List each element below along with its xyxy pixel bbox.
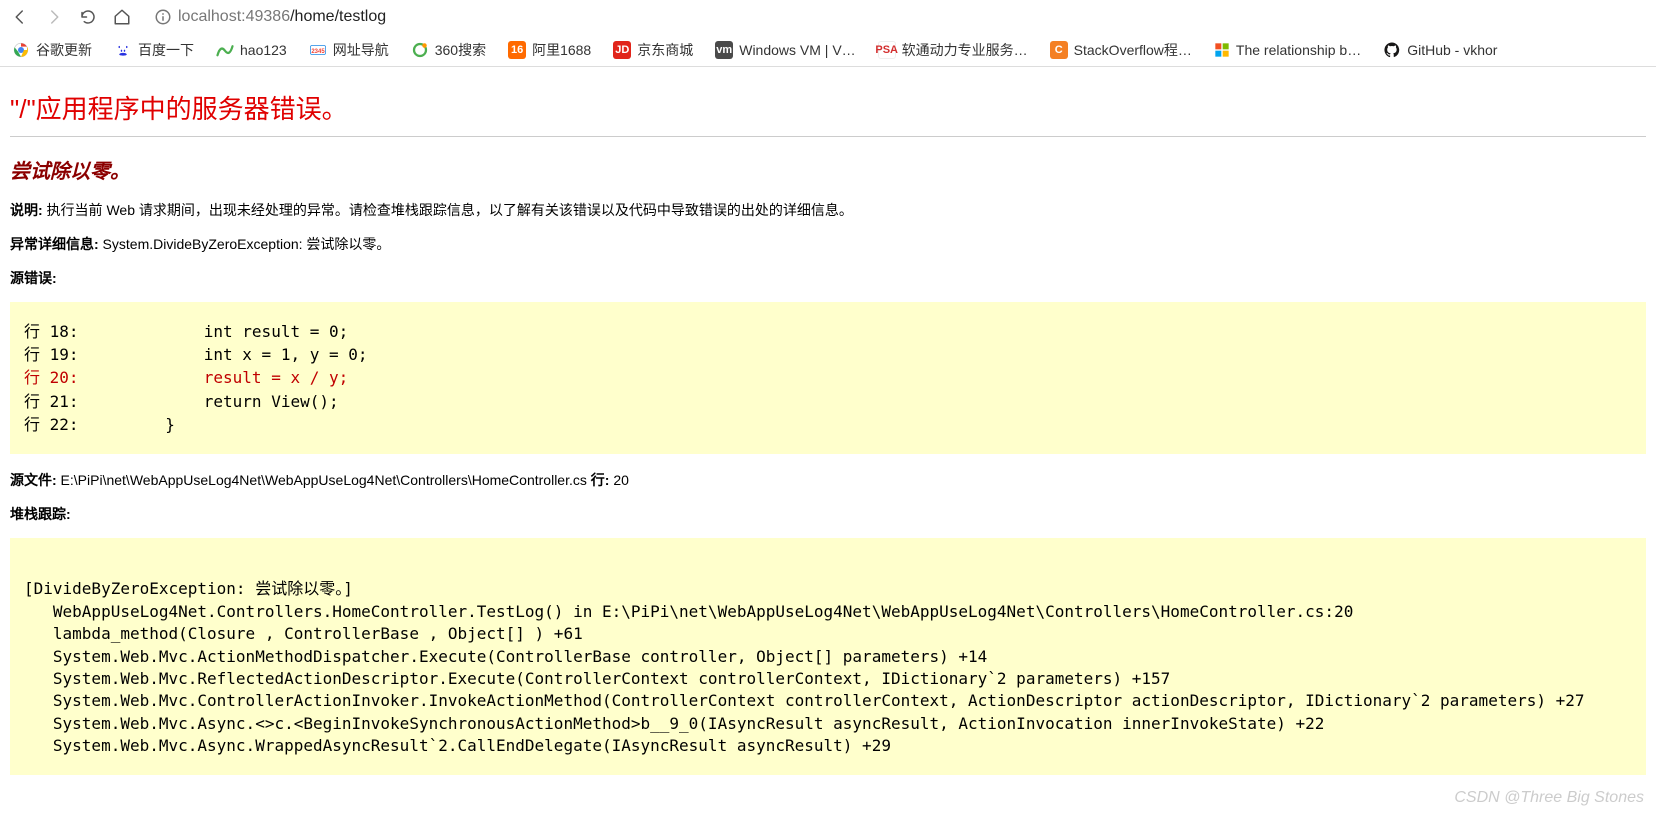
code-line-19: 行 19: int x = 1, y = 0;: [24, 345, 368, 364]
stack-trace-label: 堆栈跟踪:: [10, 504, 1646, 524]
bookmark-label: 京东商城: [637, 40, 693, 60]
code-line-22: 行 22: }: [24, 415, 175, 434]
jd-icon: JD: [613, 41, 631, 59]
error-subheading: 尝试除以零。: [10, 155, 1646, 184]
bookmark-hao123[interactable]: hao123: [216, 42, 287, 58]
description-line: 说明: 执行当前 Web 请求期间，出现未经处理的异常。请检查堆栈跟踪信息，以了…: [10, 200, 1646, 220]
microsoft-icon: [1214, 42, 1230, 58]
browser-toolbar: localhost:49386/home/testlog: [0, 0, 1656, 34]
address-path: /home/testlog: [290, 8, 386, 25]
code-line-18: 行 18: int result = 0;: [24, 322, 348, 341]
bookmark-github[interactable]: GitHub - vkhor: [1383, 41, 1497, 59]
error-heading: "/"应用程序中的服务器错误。: [10, 89, 1646, 126]
bookmark-label: 360搜索: [435, 40, 486, 60]
reload-button[interactable]: [76, 5, 100, 29]
baidu-icon: [114, 41, 132, 59]
source-file-label: 源文件:: [10, 472, 57, 488]
chrome-icon: [12, 41, 30, 59]
bookmark-label: 阿里1688: [532, 40, 591, 60]
bookmark-label: The relationship b…: [1236, 42, 1361, 58]
bookmark-label: hao123: [240, 42, 287, 58]
bookmarks-bar: 谷歌更新 百度一下 hao123 2345 网址导航 360搜索 16 阿里16…: [0, 34, 1656, 67]
forward-button[interactable]: [42, 5, 66, 29]
bookmark-baidu[interactable]: 百度一下: [114, 40, 194, 60]
bookmark-label: Windows VM | V…: [739, 42, 855, 58]
exception-detail-label: 异常详细信息:: [10, 236, 99, 252]
bookmark-2345[interactable]: 2345 网址导航: [309, 40, 389, 60]
address-host: localhost:: [178, 8, 246, 25]
bookmark-label: 网址导航: [333, 40, 389, 60]
bookmark-360[interactable]: 360搜索: [411, 40, 486, 60]
bookmark-stackoverflow[interactable]: C StackOverflow程…: [1050, 40, 1192, 60]
address-port: 49386: [246, 8, 291, 25]
hao123-icon: [216, 43, 234, 57]
bookmark-label: GitHub - vkhor: [1407, 42, 1497, 58]
bookmark-microsoft[interactable]: The relationship b…: [1214, 42, 1361, 58]
exception-detail-text: System.DivideByZeroException: 尝试除以零。: [99, 236, 391, 252]
line-number: 20: [609, 472, 628, 488]
bookmark-label: 软通动力专业服务…: [902, 40, 1028, 60]
psa-icon: PSA: [878, 41, 896, 59]
bookmark-label: 百度一下: [138, 40, 194, 60]
360-icon: [411, 41, 429, 59]
source-code-box: 行 18: int result = 0; 行 19: int x = 1, y…: [10, 302, 1646, 454]
site-info-icon[interactable]: [154, 8, 172, 26]
description-label: 说明:: [10, 202, 43, 218]
stack-trace-box: [DivideByZeroException: 尝试除以零。] WebAppUs…: [10, 538, 1646, 776]
back-button[interactable]: [8, 5, 32, 29]
bookmark-windows-vm[interactable]: vm Windows VM | V…: [715, 41, 855, 59]
source-file-text: E:\PiPi\net\WebAppUseLog4Net\WebAppUseLo…: [57, 472, 591, 488]
bookmark-isoftstone[interactable]: PSA 软通动力专业服务…: [878, 40, 1028, 60]
stackoverflow-icon: C: [1050, 41, 1068, 59]
source-error-label: 源错误:: [10, 268, 1646, 288]
source-file-line: 源文件: E:\PiPi\net\WebAppUseLog4Net\WebApp…: [10, 470, 1646, 490]
bookmark-label: 谷歌更新: [36, 40, 92, 60]
line-label: 行:: [591, 472, 610, 488]
description-text: 执行当前 Web 请求期间，出现未经处理的异常。请检查堆栈跟踪信息，以了解有关该…: [43, 202, 853, 218]
svg-text:2345: 2345: [311, 49, 325, 55]
bookmark-label: StackOverflow程…: [1074, 40, 1192, 60]
divider: [10, 136, 1646, 137]
home-button[interactable]: [110, 5, 134, 29]
code-line-21: 行 21: return View();: [24, 392, 339, 411]
2345-icon: 2345: [309, 41, 327, 59]
bookmark-jd[interactable]: JD 京东商城: [613, 40, 693, 60]
error-page: "/"应用程序中的服务器错误。 尝试除以零。 说明: 执行当前 Web 请求期间…: [0, 67, 1656, 775]
address-bar[interactable]: localhost:49386/home/testlog: [144, 4, 1648, 30]
github-icon: [1383, 41, 1401, 59]
exception-detail-line: 异常详细信息: System.DivideByZeroException: 尝试…: [10, 234, 1646, 254]
watermark: CSDN @Three Big Stones: [1454, 789, 1644, 807]
bookmark-google-update[interactable]: 谷歌更新: [12, 40, 92, 60]
bookmark-1688[interactable]: 16 阿里1688: [508, 40, 591, 60]
code-line-20: 行 20: result = x / y;: [24, 368, 348, 387]
vm-icon: vm: [715, 41, 733, 59]
1688-icon: 16: [508, 41, 526, 59]
